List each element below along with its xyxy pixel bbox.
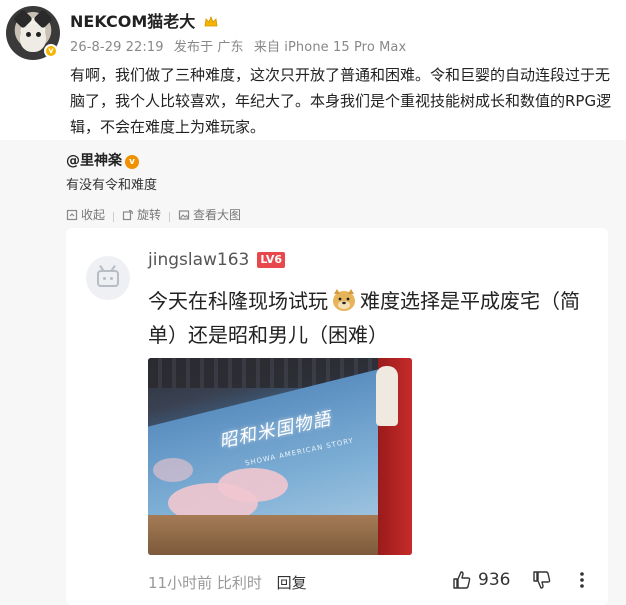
comment-text-part1: 今天在科隆现场试玩 — [148, 289, 328, 313]
post-location: 发布于 广东 — [173, 40, 244, 55]
event-photo[interactable]: 昭和米国物語 SHOWA AMERICAN STORY — [148, 358, 412, 555]
divider — [113, 211, 115, 222]
rotate-icon — [122, 209, 134, 220]
weibo-post: v NEKCOM猫老大 26-8-29 22:19 发布于 广东 来自 iPho… — [0, 0, 626, 140]
thumbs-down-icon — [533, 571, 551, 589]
comment-location: 比利时 — [216, 574, 262, 592]
comment-footer: 11小时前 比利时 回复 — [148, 572, 307, 593]
verified-badge-icon: v — [125, 155, 139, 169]
commenter-avatar — [86, 256, 130, 300]
photo-mascot-figure — [376, 366, 398, 426]
tv-eye-left — [103, 277, 106, 280]
image-icon — [178, 209, 190, 220]
cat-eye-right — [36, 32, 41, 37]
photo-ground — [148, 515, 412, 555]
quoted-post: @里神楽 v 有没有令和难度 收起 旋转 查看大图 jingslaw163 LV6 … — [0, 140, 626, 605]
commenter-name: jingslaw163 LV6 — [148, 250, 286, 270]
tv-eye-right — [110, 277, 113, 280]
collapse-button[interactable]: 收起 — [66, 206, 105, 223]
level-badge: LV6 — [257, 252, 286, 268]
quoted-text: 有没有令和难度 — [66, 178, 158, 193]
crown-icon — [204, 16, 218, 27]
divider — [169, 211, 171, 222]
photo-cloud — [218, 468, 288, 502]
commenter-username: jingslaw163 — [148, 250, 250, 270]
collapse-label: 收起 — [81, 208, 106, 222]
like-button: 936 — [452, 570, 510, 590]
post-body-text: 有啊，我们做了三种难度，这次只开放了普通和困难。令和巨婴的自动连段过于无脑了，我… — [70, 66, 612, 136]
comment-time: 11小时前 — [148, 574, 213, 592]
post-meta: 26-8-29 22:19 发布于 广东 来自 iPhone 15 Pro Ma… — [70, 36, 412, 55]
like-count: 936 — [478, 570, 511, 590]
post-time[interactable]: 26-8-29 22:19 — [70, 40, 164, 55]
rotate-label: 旋转 — [137, 208, 162, 222]
collapse-icon — [66, 209, 78, 220]
view-full-image-label: 查看大图 — [193, 208, 242, 222]
comment-text: 今天在科隆现场试玩 难度选择是平成废宅（简单）还是昭和男儿（困难） — [148, 284, 598, 352]
verified-badge-icon: v — [44, 44, 58, 58]
thumbs-up-icon — [453, 571, 471, 589]
cat-face — [20, 24, 46, 52]
rotate-button[interactable]: 旋转 — [122, 206, 161, 223]
photo-cloud — [153, 458, 193, 482]
more-options-icon — [580, 572, 584, 588]
post-device: 来自 iPhone 15 Pro Max — [253, 40, 407, 55]
cat-eye-left — [26, 32, 31, 37]
doge-emoji-icon — [333, 289, 355, 311]
reply-button: 回复 — [276, 574, 307, 592]
post-username[interactable]: NEKCOM猫老大 — [70, 8, 218, 32]
quoted-author[interactable]: @里神楽 v — [66, 150, 139, 170]
image-actions-bar: 收起 旋转 查看大图 — [66, 206, 249, 224]
quoted-author-name[interactable]: @里神楽 — [66, 153, 122, 169]
view-full-image-button[interactable]: 查看大图 — [178, 206, 241, 223]
username-text[interactable]: NEKCOM猫老大 — [70, 12, 195, 31]
embedded-comment-card: jingslaw163 LV6 今天在科隆现场试玩 难度选择是平成废宅（简单）还是… — [66, 228, 608, 605]
tv-icon — [97, 270, 119, 287]
